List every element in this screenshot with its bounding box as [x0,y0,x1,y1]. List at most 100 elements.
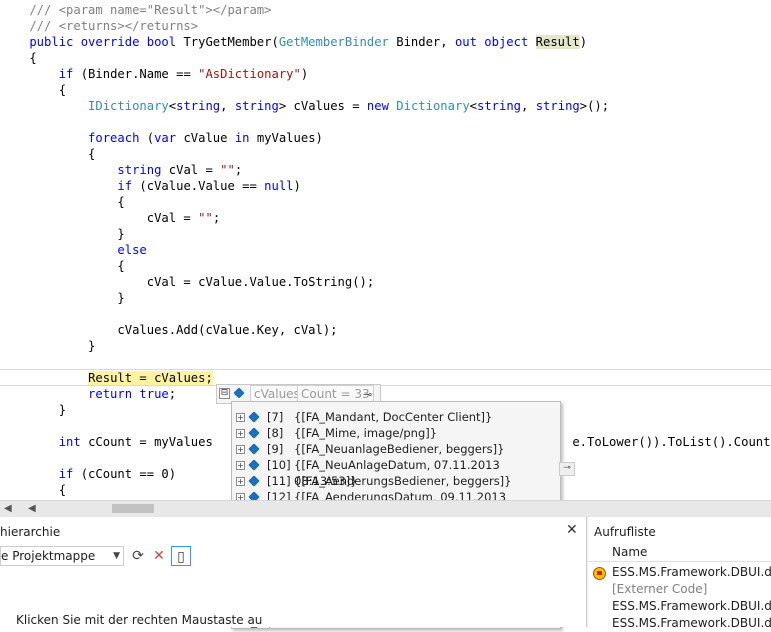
code-token: >(); [579,99,610,113]
code-token: int [0,435,89,449]
code-token: var [154,131,177,145]
code-token: cCount = myValues [88,435,213,449]
scope-dropdown[interactable]: e Projektmappe ▼ [0,546,124,566]
expand-icon[interactable]: + [236,461,245,470]
code-token: cVal = [0,211,199,225]
call-stack-row[interactable]: ESS.MS.Framework.DBUI.dll!ES [588,598,771,615]
code-token: IDictionary [0,99,169,113]
scroll-left-icon[interactable]: ◀ [28,503,36,514]
code-token: cValues.Add(cValue.Key, cVal); [0,323,338,337]
pin-icon[interactable]: ⊸ [559,462,575,476]
item-icon [248,411,260,423]
code-token: string [234,99,279,113]
code-token: , [521,99,536,113]
code-token: "AsDictionary" [198,67,301,81]
code-line[interactable]: cValues.Add(cValue.Key, cVal); [0,322,771,338]
close-icon[interactable]: ✕ [566,522,578,538]
code-token: out object [454,35,536,49]
current-frame-icon [593,567,606,580]
datatip-row[interactable]: + [10] {[FA_NeuAnlageDatum, 07.11.2013 08:… [232,457,560,488]
code-line[interactable]: { [0,258,771,274]
code-token: { [0,147,96,161]
expand-icon[interactable]: + [236,429,245,438]
code-token: /// <param name="Result"></param> [0,3,272,17]
cancel-icon[interactable]: ✕ [149,546,169,566]
expand-icon[interactable]: + [236,413,245,422]
code-token: < [168,99,177,113]
datatip-row[interactable]: + [8] {[FA_Mime, image/png]} [232,425,560,441]
code-token: if [0,467,81,481]
code-line[interactable]: if (Binder.Name == "AsDictionary") [0,66,771,82]
collapse-toggle[interactable]: ⊟ [219,388,230,399]
code-token: else [0,243,147,257]
horizontal-scrollbar[interactable]: ◀ ◀ [0,500,771,517]
datatip-value: {[FA_Mime, image/png]} [294,426,438,440]
code-token: ( [146,131,155,145]
code-token: TryGetMember( [183,35,279,49]
call-stack-row[interactable]: [Externer Code] [588,581,771,598]
call-stack-row[interactable]: ESS.MS.Framework.DBUI.dll!ES [588,615,771,632]
panel-title: hierarchie [0,525,61,539]
code-token: } [0,339,96,353]
code-token: cVal = [168,163,221,177]
item-icon [248,443,260,455]
code-token: < [469,99,477,113]
code-token: } [0,403,67,417]
code-line[interactable]: } [0,290,771,306]
settings-icon[interactable]: ▯ [171,546,191,566]
code-line[interactable]: public override bool TryGetMember(GetMem… [0,34,771,50]
code-token: cValue [176,131,235,145]
code-line[interactable]: /// <returns></returns> [0,18,771,34]
code-token: ) [579,35,588,49]
datatip-value: {[FA_NeuanlageBediener, beggers]} [294,442,505,456]
code-line[interactable]: /// <param name="Result"></param> [0,2,771,18]
variable-icon [233,387,245,399]
scroll-left-icon[interactable]: ◀ [4,503,12,514]
code-token: > cValues = [278,99,367,113]
code-line[interactable]: { [0,82,771,98]
code-token: { [0,51,37,65]
code-token: ) [300,67,309,81]
code-token: ; [168,387,177,401]
code-line[interactable]: { [0,146,771,162]
scope-dropdown-value: e Projektmappe [1,549,96,563]
code-token: { [0,195,125,209]
code-line[interactable]: { [0,50,771,66]
code-line[interactable]: if (cValue.Value == null) [0,178,771,194]
code-line[interactable]: string cVal = ""; [0,162,771,178]
call-stack-text: ESS.MS.Framework.DBUI.dll!ES [612,599,771,613]
code-line[interactable]: cVal = ""; [0,210,771,226]
chevron-down-icon[interactable]: ▼ [113,547,120,565]
datatip-value: {[FA_Mandant, DocCenter Client]} [294,410,493,424]
code-line[interactable]: { [0,194,771,210]
code-line[interactable]: cVal = cValue.Value.ToString(); [0,274,771,290]
datatip-row[interactable]: + [11] {[FA_AenderungsBediener, beggers]} [232,473,560,489]
code-token: "" [198,211,213,225]
call-stack-row[interactable]: ESS.MS.Framework.DBUI.dll!ES [588,564,771,581]
code-token: ; [212,211,221,225]
expand-icon[interactable]: + [236,477,245,486]
datatip-row[interactable]: + [9] {[FA_NeuanlageBediener, beggers]} [232,441,560,457]
code-token: Dictionary [396,99,470,113]
code-token: { [0,83,67,97]
datatip-index: [8] [267,426,284,440]
refresh-icon[interactable]: ⟳ [128,546,148,566]
scrollbar-thumb[interactable] [112,504,154,513]
code-line[interactable]: IDictionary<string, string> cValues = ne… [0,98,771,114]
expand-icon[interactable]: + [236,445,245,454]
code-line[interactable]: } [0,338,771,354]
code-token: string [477,99,522,113]
code-line[interactable]: return true; [0,386,771,402]
datatip-row[interactable]: + [7] {[FA_Mandant, DocCenter Client]} [232,409,560,425]
code-token: string [535,99,580,113]
code-line[interactable]: foreach (var cValue in myValues) [0,130,771,146]
code-token: { [0,483,67,497]
call-stack-panel: Aufrufliste Name ESS.MS.Framework.DBUI.d… [588,517,771,630]
bottom-panels: hierarchie ✕ e Projektmappe ▼ ⟳ ✕ ▯ Klic… [0,517,771,630]
column-header[interactable]: Name [588,543,771,562]
code-token: { [0,259,125,273]
current-line-highlight [0,369,771,386]
code-line[interactable]: } [0,226,771,242]
code-token: } [0,291,125,305]
code-line[interactable]: else [0,242,771,258]
